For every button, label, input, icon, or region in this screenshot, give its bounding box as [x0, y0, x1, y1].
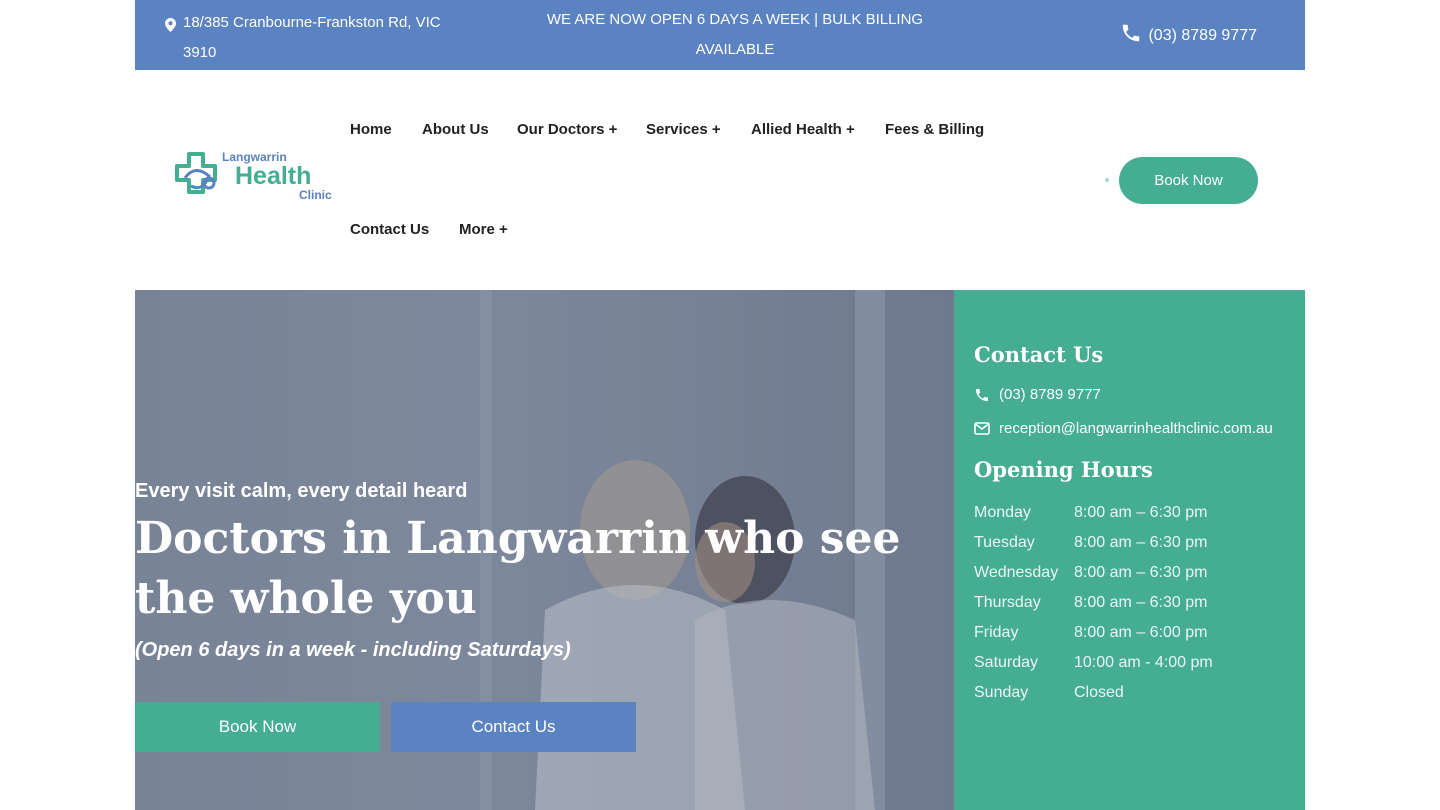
logo-line3: Clinic: [299, 188, 332, 202]
hours-row: Thursday 8:00 am – 6:30 pm: [974, 588, 1213, 618]
hours-day: Monday: [974, 504, 1031, 521]
contact-email-text: reception@langwarrinhealthclinic.com.au: [999, 420, 1273, 437]
nav-home[interactable]: Home: [350, 121, 392, 138]
hours-time: 10:00 am - 4:00 pm: [1074, 654, 1213, 671]
opening-hours-list: Monday 8:00 am – 6:30 pm Tuesday 8:00 am –…: [974, 498, 1213, 708]
hours-day: Saturday: [974, 654, 1039, 671]
hours-day: Sunday: [974, 684, 1029, 701]
hero-subtitle: (Open 6 days in a week - including Satur…: [135, 639, 571, 661]
hours-time: 8:00 am – 6:30 pm: [1074, 534, 1208, 551]
hero-book-now-button[interactable]: Book Now: [135, 702, 380, 752]
top-bar: 18/385 Cranbourne-Frankston Rd, VIC 3910…: [135, 0, 1305, 70]
contact-email-link[interactable]: reception@langwarrinhealthclinic.com.au: [974, 420, 1273, 437]
top-phone-text: (03) 8789 9777: [1148, 26, 1257, 44]
top-phone-link[interactable]: (03) 8789 9777: [1120, 22, 1257, 49]
promo-banner: WE ARE NOW OPEN 6 DAYS A WEEK | BULK BIL…: [546, 11, 924, 58]
phone-icon: [1120, 22, 1142, 49]
hours-row: Sunday Closed: [974, 678, 1213, 708]
hero-headline: Doctors in Langwarrin who see the whole …: [135, 513, 901, 624]
nav-our-doctors[interactable]: Our Doctors +: [517, 121, 617, 138]
opening-hours-title: Opening Hours: [974, 457, 1153, 482]
hero-text-block: Every visit calm, every detail heard Doc…: [135, 480, 935, 662]
hours-time: Closed: [1074, 684, 1124, 701]
nav-more[interactable]: More +: [459, 221, 508, 238]
address-text: 18/385 Cranbourne-Frankston Rd, VIC 3910: [183, 14, 441, 61]
separator-dot: [1105, 178, 1109, 182]
map-pin-icon: [165, 8, 183, 68]
nav-about-us[interactable]: About Us: [422, 121, 489, 138]
header-book-now-button[interactable]: Book Now: [1119, 157, 1258, 204]
phone-icon: [976, 388, 988, 401]
contact-phone-link[interactable]: (03) 8789 9777: [974, 386, 1101, 403]
hours-time: 8:00 am – 6:00 pm: [1074, 624, 1208, 641]
hours-day: Wednesday: [974, 564, 1059, 581]
hero-contact-us-button[interactable]: Contact Us: [391, 702, 636, 752]
email-icon: [974, 422, 990, 435]
site-header: Langwarrin Health Clinic Home About Us O…: [135, 70, 1305, 290]
hours-time: 8:00 am – 6:30 pm: [1074, 504, 1208, 521]
contact-panel-title: Contact Us: [974, 342, 1104, 367]
nav-fees-billing[interactable]: Fees & Billing: [885, 121, 984, 138]
hours-day: Thursday: [974, 594, 1041, 611]
hours-time: 8:00 am – 6:30 pm: [1074, 594, 1208, 611]
contact-phone-text: (03) 8789 9777: [999, 386, 1101, 403]
clinic-logo[interactable]: Langwarrin Health Clinic: [175, 146, 340, 206]
nav-services[interactable]: Services +: [646, 121, 721, 138]
hours-day: Tuesday: [974, 534, 1035, 551]
nav-allied-health[interactable]: Allied Health +: [751, 121, 855, 138]
hours-row: Friday 8:00 am – 6:00 pm: [974, 618, 1213, 648]
hero-kicker: Every visit calm, every detail heard: [135, 480, 468, 502]
contact-panel: Contact Us (03) 8789 9777 reception@lang…: [954, 290, 1305, 810]
logo-line2: Health: [235, 162, 312, 190]
nav-contact-us[interactable]: Contact Us: [350, 221, 429, 238]
hours-row: Tuesday 8:00 am – 6:30 pm: [974, 528, 1213, 558]
hours-day: Friday: [974, 624, 1019, 641]
hero-section: Every visit calm, every detail heard Doc…: [135, 290, 1305, 810]
hours-row: Wednesday 8:00 am – 6:30 pm: [974, 558, 1213, 588]
hours-row: Saturday 10:00 am - 4:00 pm: [974, 648, 1213, 678]
hours-time: 8:00 am – 6:30 pm: [1074, 564, 1208, 581]
hours-row: Monday 8:00 am – 6:30 pm: [974, 498, 1213, 528]
address: 18/385 Cranbourne-Frankston Rd, VIC 3910: [165, 8, 465, 68]
